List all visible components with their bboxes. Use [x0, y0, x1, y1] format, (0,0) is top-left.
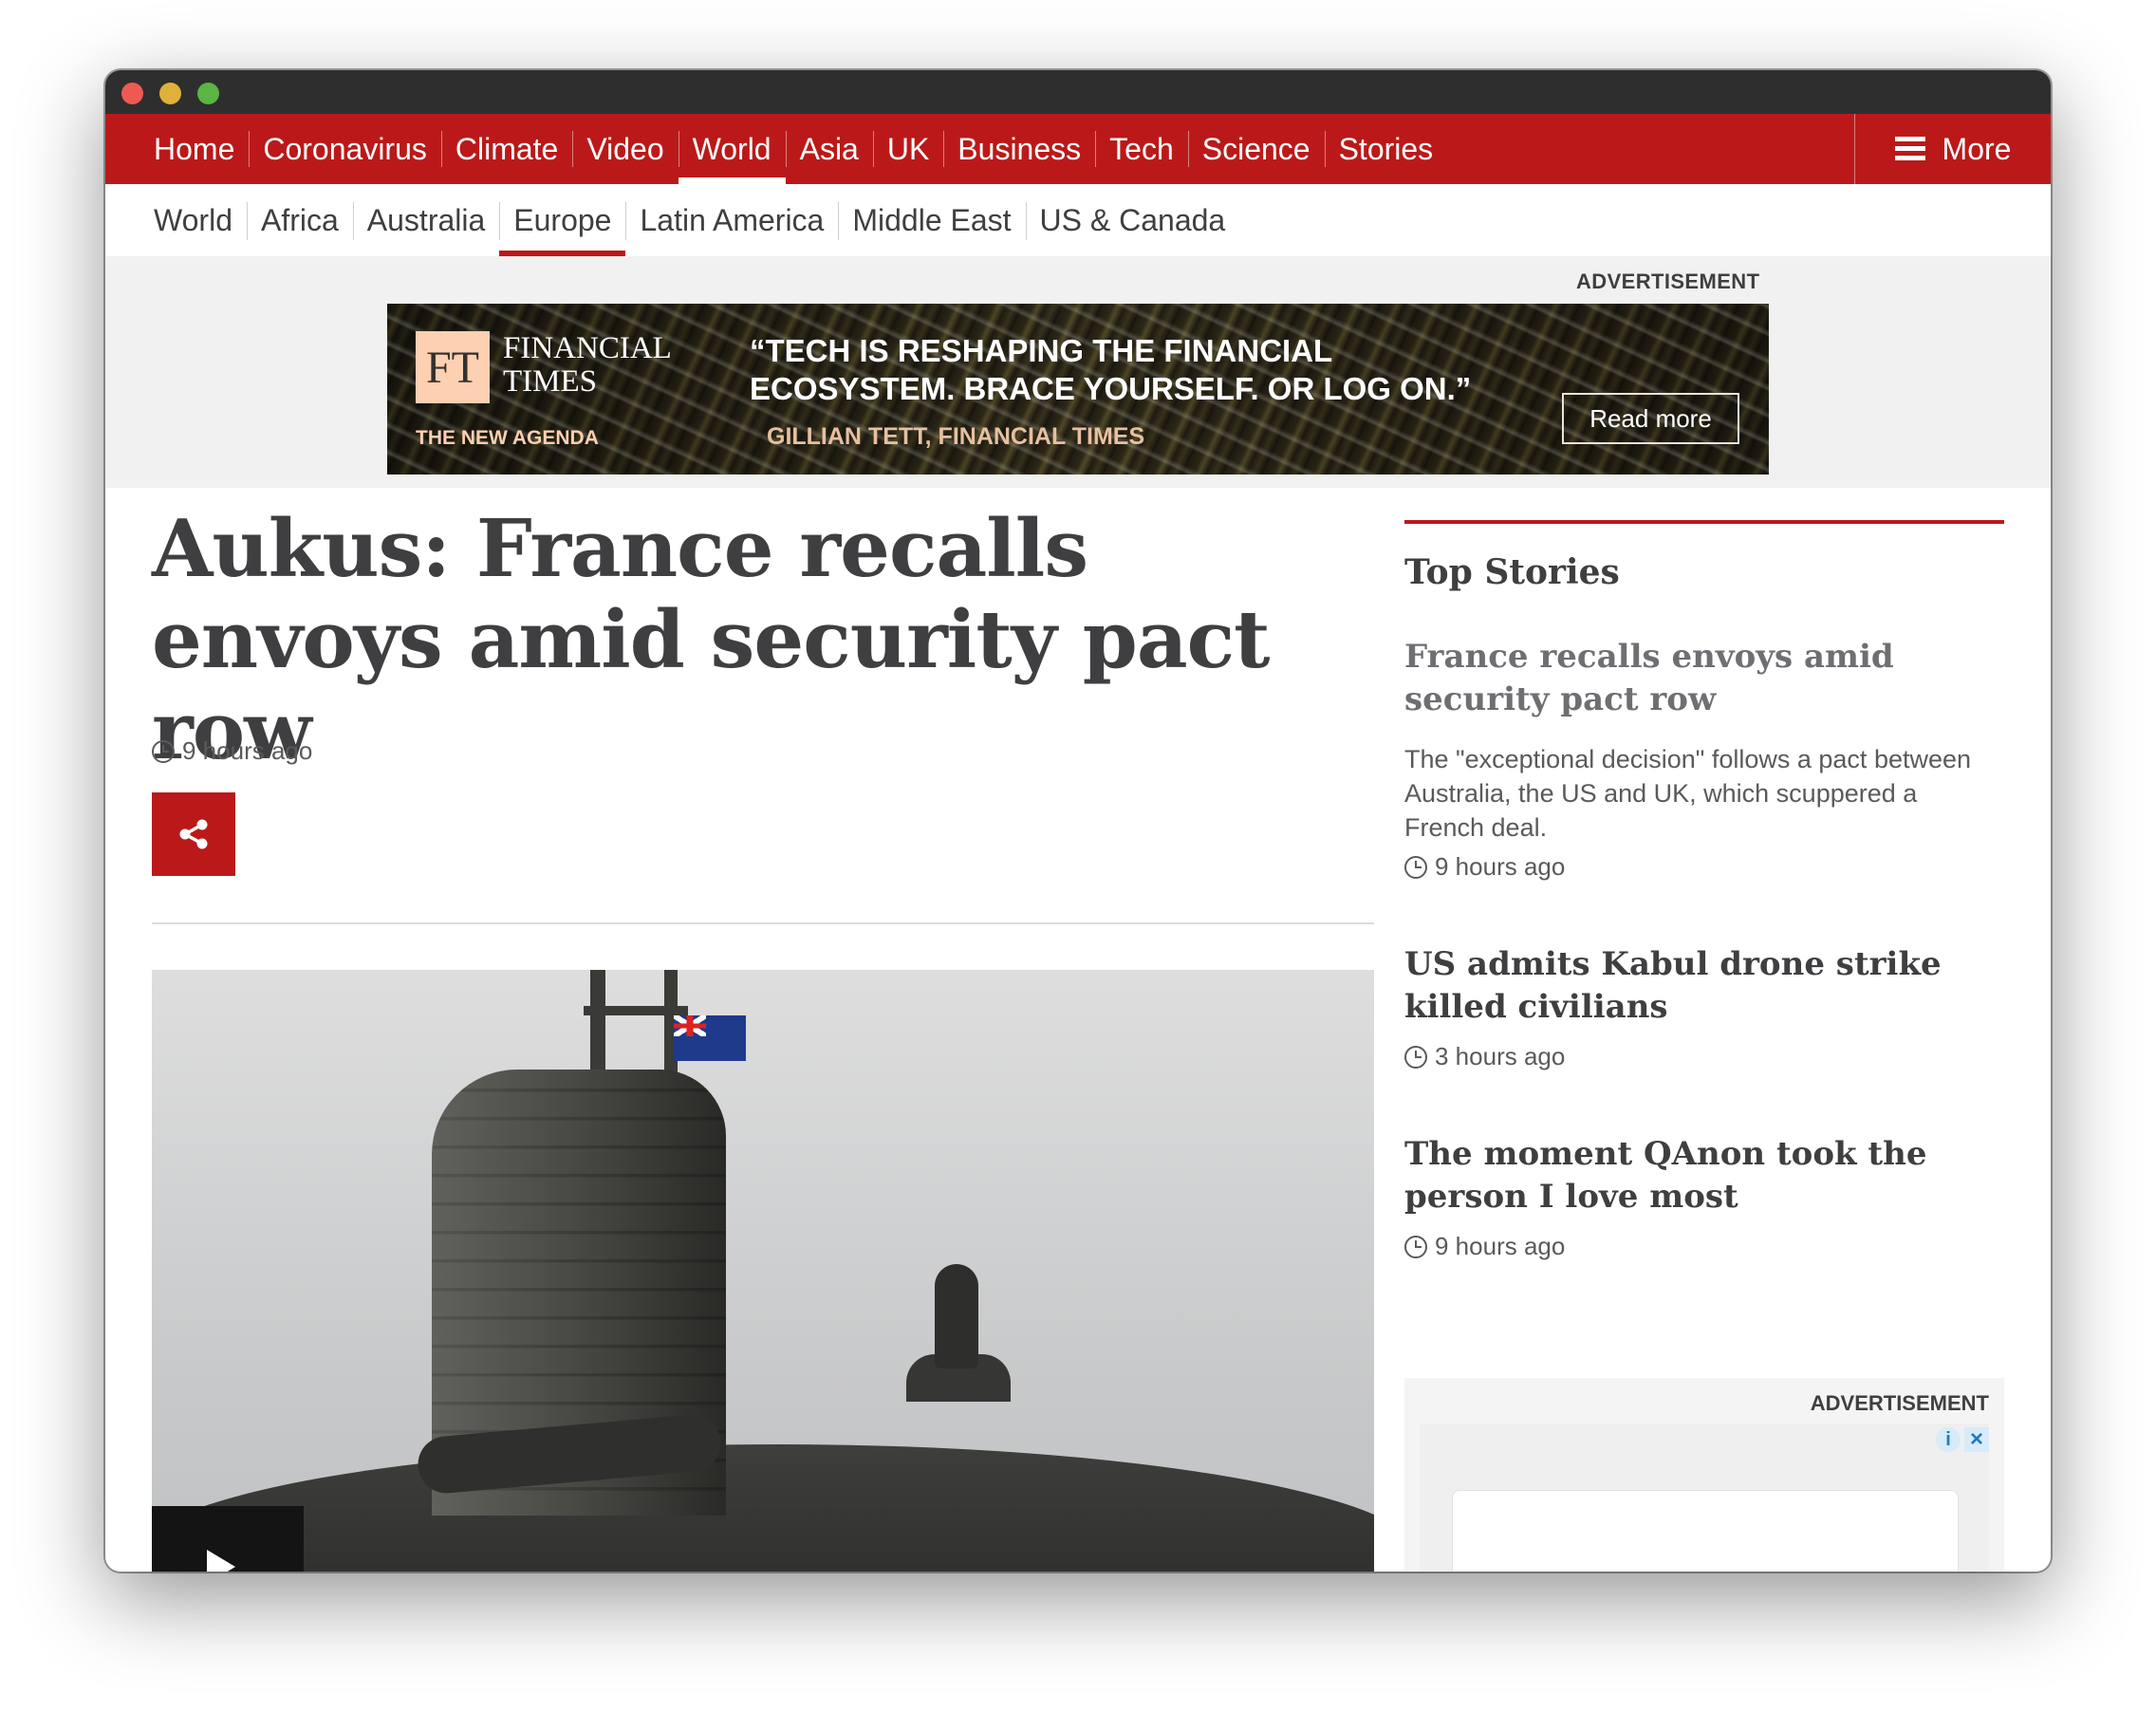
nav-item-world[interactable]: World — [678, 114, 786, 184]
subnav-item-latin-america[interactable]: Latin America — [625, 184, 838, 256]
story-timestamp-text: 9 hours ago — [1435, 1232, 1566, 1260]
ft-tagline: THE NEW AGENDA — [416, 427, 599, 449]
ft-logo: FT — [416, 331, 490, 403]
top-stories-heading: Top Stories — [1404, 552, 1620, 592]
article-timestamp-text: 9 hours ago — [182, 736, 313, 765]
share-icon — [179, 819, 208, 849]
more-label: More — [1942, 131, 2012, 166]
zoom-window-button[interactable] — [197, 83, 219, 104]
ft-quote: “TECH IS RESHAPING THE FINANCIAL ECOSYST… — [750, 333, 1472, 406]
submarine-mast-bar — [584, 1006, 688, 1015]
story-link-france-envoys[interactable]: France recalls envoys amid security pact… — [1404, 636, 2004, 721]
play-icon[interactable] — [152, 1506, 304, 1572]
article-hero-video[interactable] — [152, 970, 1374, 1572]
story-timestamp: 9 hours ago — [1404, 852, 1565, 882]
subnav-item-africa[interactable]: Africa — [246, 184, 353, 256]
nav-item-asia[interactable]: Asia — [785, 114, 873, 184]
share-button[interactable] — [152, 792, 235, 876]
submarine-dome — [935, 1264, 978, 1368]
read-more-button[interactable]: Read more — [1562, 393, 1739, 444]
sidebar-top-rule — [1404, 520, 2004, 524]
subnav-item-middle-east[interactable]: Middle East — [838, 184, 1025, 256]
advertisement-band: ADVERTISEMENT FT FINANCIAL TIMES THE NEW… — [105, 256, 2051, 488]
ft-brand-line2: TIMES — [503, 364, 597, 399]
primary-nav: Home Coronavirus Climate Video World Asi… — [105, 114, 2051, 184]
nav-item-home[interactable]: Home — [139, 114, 249, 184]
article-divider — [152, 922, 1374, 924]
ad-card[interactable] — [1452, 1490, 1959, 1572]
story-link-qanon[interactable]: The moment QAnon took the person I love … — [1404, 1133, 2004, 1219]
secondary-nav: World Africa Australia Europe Latin Amer… — [105, 184, 2051, 256]
sidebar-advertisement: ADVERTISEMENT i × — [1404, 1378, 2004, 1572]
subnav-item-us-canada[interactable]: US & Canada — [1025, 184, 1240, 256]
nav-item-video[interactable]: Video — [572, 114, 678, 184]
adchoices-icon[interactable]: i — [1936, 1427, 1961, 1452]
close-window-button[interactable] — [121, 83, 143, 104]
ft-attribution: GILLIAN TETT, FINANCIAL TIMES — [767, 423, 1145, 450]
naval-flag — [674, 1015, 746, 1061]
more-menu-button[interactable]: More — [1854, 114, 2051, 184]
subnav-item-world[interactable]: World — [139, 184, 247, 256]
financial-times-banner-ad[interactable]: FT FINANCIAL TIMES THE NEW AGENDA “TECH … — [387, 304, 1769, 475]
story-timestamp-text: 9 hours ago — [1435, 852, 1566, 881]
story-timestamp: 9 hours ago — [1404, 1232, 1565, 1261]
clock-icon — [1404, 1045, 1427, 1069]
nav-item-tech[interactable]: Tech — [1095, 114, 1188, 184]
close-icon[interactable]: × — [1964, 1426, 1989, 1452]
submarine-hull — [152, 1444, 1374, 1572]
ft-brand-name: FINANCIAL TIMES — [503, 332, 672, 399]
hamburger-icon — [1894, 137, 1925, 161]
ft-brand-line1: FINANCIAL — [503, 331, 672, 365]
nav-item-science[interactable]: Science — [1187, 114, 1325, 184]
bbc-news-page: Home Coronavirus Climate Video World Asi… — [105, 114, 2051, 1572]
story-timestamp-text: 3 hours ago — [1435, 1042, 1566, 1070]
advertisement-label: ADVERTISEMENT — [1576, 270, 1760, 293]
nav-item-uk[interactable]: UK — [872, 114, 943, 184]
clock-icon — [1404, 855, 1427, 879]
nav-item-coronavirus[interactable]: Coronavirus — [249, 114, 441, 184]
browser-window: Home Coronavirus Climate Video World Asi… — [105, 70, 2051, 1572]
window-titlebar — [105, 70, 2051, 114]
article-headline: Aukus: France recalls envoys amid securi… — [152, 502, 1271, 777]
story-timestamp: 3 hours ago — [1404, 1042, 1565, 1071]
clock-icon — [152, 739, 175, 763]
nav-item-climate[interactable]: Climate — [440, 114, 572, 184]
sidebar-advertisement-label: ADVERTISEMENT — [1810, 1391, 1989, 1415]
nav-item-stories[interactable]: Stories — [1324, 114, 1448, 184]
subnav-item-australia[interactable]: Australia — [352, 184, 500, 256]
story-summary: The "exceptional decision" follows a pac… — [1404, 745, 1972, 842]
story-link-kabul-drone-strike[interactable]: US admits Kabul drone strike killed civi… — [1404, 943, 2004, 1029]
nav-item-business[interactable]: Business — [943, 114, 1095, 184]
article-timestamp: 9 hours ago — [152, 736, 312, 766]
minimize-window-button[interactable] — [159, 83, 181, 104]
subnav-item-europe[interactable]: Europe — [499, 184, 626, 256]
clock-icon — [1404, 1235, 1427, 1258]
